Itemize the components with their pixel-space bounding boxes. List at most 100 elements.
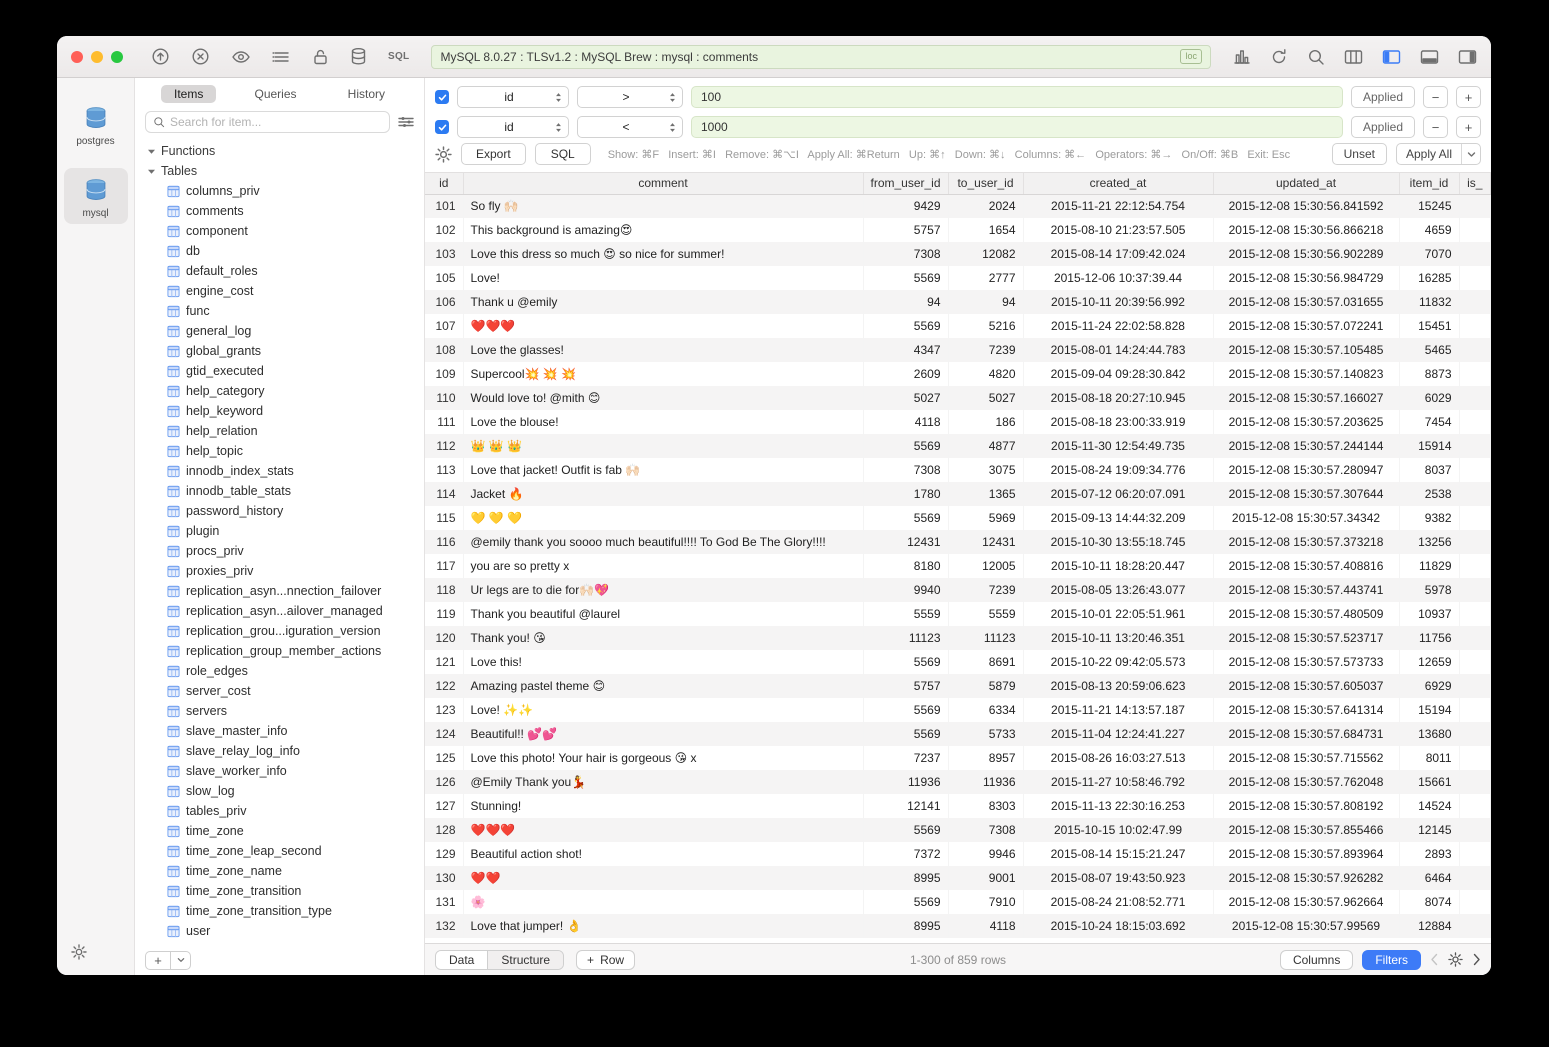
columns-button[interactable]: Columns [1280,950,1353,970]
filter-settings-gear-icon[interactable] [435,146,452,163]
filter-operator-select[interactable]: < [577,116,683,138]
table-row[interactable]: 131 🌸 5569 7910 2015-08-24 21:08:52.771 … [425,890,1491,914]
table-row[interactable]: 124 Beautiful!! 💕💕 5569 5733 2015-11-04 … [425,722,1491,746]
table-item[interactable]: comments [135,201,424,221]
disconnect-icon[interactable] [191,47,210,66]
eye-icon[interactable] [231,49,251,65]
table-item[interactable]: help_category [135,381,424,401]
database-icon[interactable] [350,47,367,66]
sql-editor-icon[interactable]: SQL [388,51,409,62]
filter-add-button[interactable]: + [1456,86,1481,108]
filter-enabled-checkbox[interactable] [435,90,449,104]
table-row[interactable]: 116 @emily thank you soooo much beautifu… [425,530,1491,554]
tree-section-tables[interactable]: Tables [135,161,424,181]
table-item[interactable]: innodb_table_stats [135,481,424,501]
column-header[interactable]: to_user_id [948,173,1023,194]
table-row[interactable]: 126 @Emily Thank you💃 11936 11936 2015-1… [425,770,1491,794]
tab-queries[interactable]: Queries [241,85,309,103]
table-row[interactable]: 122 Amazing pastel theme 😊 5757 5879 201… [425,674,1491,698]
table-item[interactable]: help_topic [135,441,424,461]
column-header[interactable]: updated_at [1213,173,1399,194]
table-item[interactable]: columns_priv [135,181,424,201]
table-item[interactable]: user [135,921,424,941]
table-item[interactable]: slow_log [135,781,424,801]
table-row[interactable]: 101 So fly 🙌🏻 9429 2024 2015-11-21 22:12… [425,194,1491,218]
table-row[interactable]: 130 ❤️❤️ 8995 9001 2015-08-07 19:43:50.9… [425,866,1491,890]
connection-mysql[interactable]: mysql [64,168,128,224]
export-button[interactable]: Export [461,143,526,165]
table-item[interactable]: engine_cost [135,281,424,301]
table-row[interactable]: 105 Love! 5569 2777 2015-12-06 10:37:39.… [425,266,1491,290]
column-header[interactable]: from_user_id [863,173,948,194]
data-tab[interactable]: Data [436,951,487,969]
table-item[interactable]: plugin [135,521,424,541]
connection-postgres[interactable]: postgres [64,96,128,152]
table-item[interactable]: replication_grou...iguration_version [135,621,424,641]
filter-value-input[interactable] [691,86,1343,108]
chart-icon[interactable] [1233,48,1251,65]
close-button[interactable] [71,51,83,63]
tab-items[interactable]: Items [161,85,216,103]
panel-right-icon[interactable] [1458,49,1477,65]
table-item[interactable]: global_grants [135,341,424,361]
filter-operator-select[interactable]: > [577,86,683,108]
table-item[interactable]: gtid_executed [135,361,424,381]
table-row[interactable]: 103 Love this dress so much 😍 so nice fo… [425,242,1491,266]
column-header[interactable]: comment [463,173,863,194]
table-row[interactable]: 114 Jacket 🔥 1780 1365 2015-07-12 06:20:… [425,482,1491,506]
table-item[interactable]: replication_asyn...ailover_managed [135,601,424,621]
table-row[interactable]: 109 Supercool💥 💥 💥 2609 4820 2015-09-04 … [425,362,1491,386]
table-row[interactable]: 121 Love this! 5569 8691 2015-10-22 09:4… [425,650,1491,674]
table-row[interactable]: 119 Thank you beautiful @laurel 5559 555… [425,602,1491,626]
connect-icon[interactable] [151,47,170,66]
table-columns-icon[interactable] [1344,49,1363,65]
table-item[interactable]: db [135,241,424,261]
column-header[interactable]: is_ [1459,173,1491,194]
tab-history[interactable]: History [335,85,398,103]
table-item[interactable]: servers [135,701,424,721]
table-row[interactable]: 102 This background is amazing😍 5757 165… [425,218,1491,242]
log-rows-icon[interactable] [272,49,291,65]
search-icon[interactable] [1307,48,1325,66]
table-row[interactable]: 129 Beautiful action shot! 7372 9946 201… [425,842,1491,866]
table-item[interactable]: server_cost [135,681,424,701]
table-row[interactable]: 117 you are so pretty x 8180 12005 2015-… [425,554,1491,578]
table-row[interactable]: 115 💛 💛 💛 5569 5969 2015-09-13 14:44:32.… [425,506,1491,530]
table-item[interactable]: time_zone [135,821,424,841]
table-item[interactable]: slave_relay_log_info [135,741,424,761]
column-header[interactable]: item_id [1399,173,1459,194]
table-item[interactable]: time_zone_transition_type [135,901,424,921]
sql-button[interactable]: SQL [535,143,591,165]
filter-column-select[interactable]: id [457,116,569,138]
table-item[interactable]: component [135,221,424,241]
column-header[interactable]: created_at [1023,173,1213,194]
table-item[interactable]: slave_master_info [135,721,424,741]
table-item[interactable]: password_history [135,501,424,521]
panel-bottom-icon[interactable] [1420,49,1439,65]
table-item[interactable]: default_roles [135,261,424,281]
table-item[interactable]: replication_group_member_actions [135,641,424,661]
filter-column-select[interactable]: id [457,86,569,108]
add-item-chevron-icon[interactable] [171,951,191,970]
column-header[interactable]: id [425,173,463,194]
table-item[interactable]: role_edges [135,661,424,681]
table-item[interactable]: slave_worker_info [135,761,424,781]
add-row-button[interactable]: + Row [576,950,635,970]
refresh-icon[interactable] [1270,48,1288,66]
zoom-button[interactable] [111,51,123,63]
minimize-button[interactable] [91,51,103,63]
table-row[interactable]: 120 Thank you! 😘 11123 11123 2015-10-11 … [425,626,1491,650]
structure-tab[interactable]: Structure [487,951,563,969]
filter-remove-button[interactable]: − [1423,86,1448,108]
filters-button[interactable]: Filters [1362,950,1421,970]
page-settings-gear-icon[interactable] [1448,952,1463,967]
table-item[interactable]: general_log [135,321,424,341]
lock-icon[interactable] [312,48,329,66]
filter-remove-button[interactable]: − [1423,116,1448,138]
table-row[interactable]: 118 Ur legs are to die for🙌🏻💖 9940 7239 … [425,578,1491,602]
filter-options-icon[interactable] [398,115,414,129]
unset-button[interactable]: Unset [1332,143,1387,165]
table-row[interactable]: 127 Stunning! 12141 8303 2015-11-13 22:3… [425,794,1491,818]
table-item[interactable]: replication_asyn...nnection_failover [135,581,424,601]
panel-left-icon[interactable] [1382,49,1401,65]
